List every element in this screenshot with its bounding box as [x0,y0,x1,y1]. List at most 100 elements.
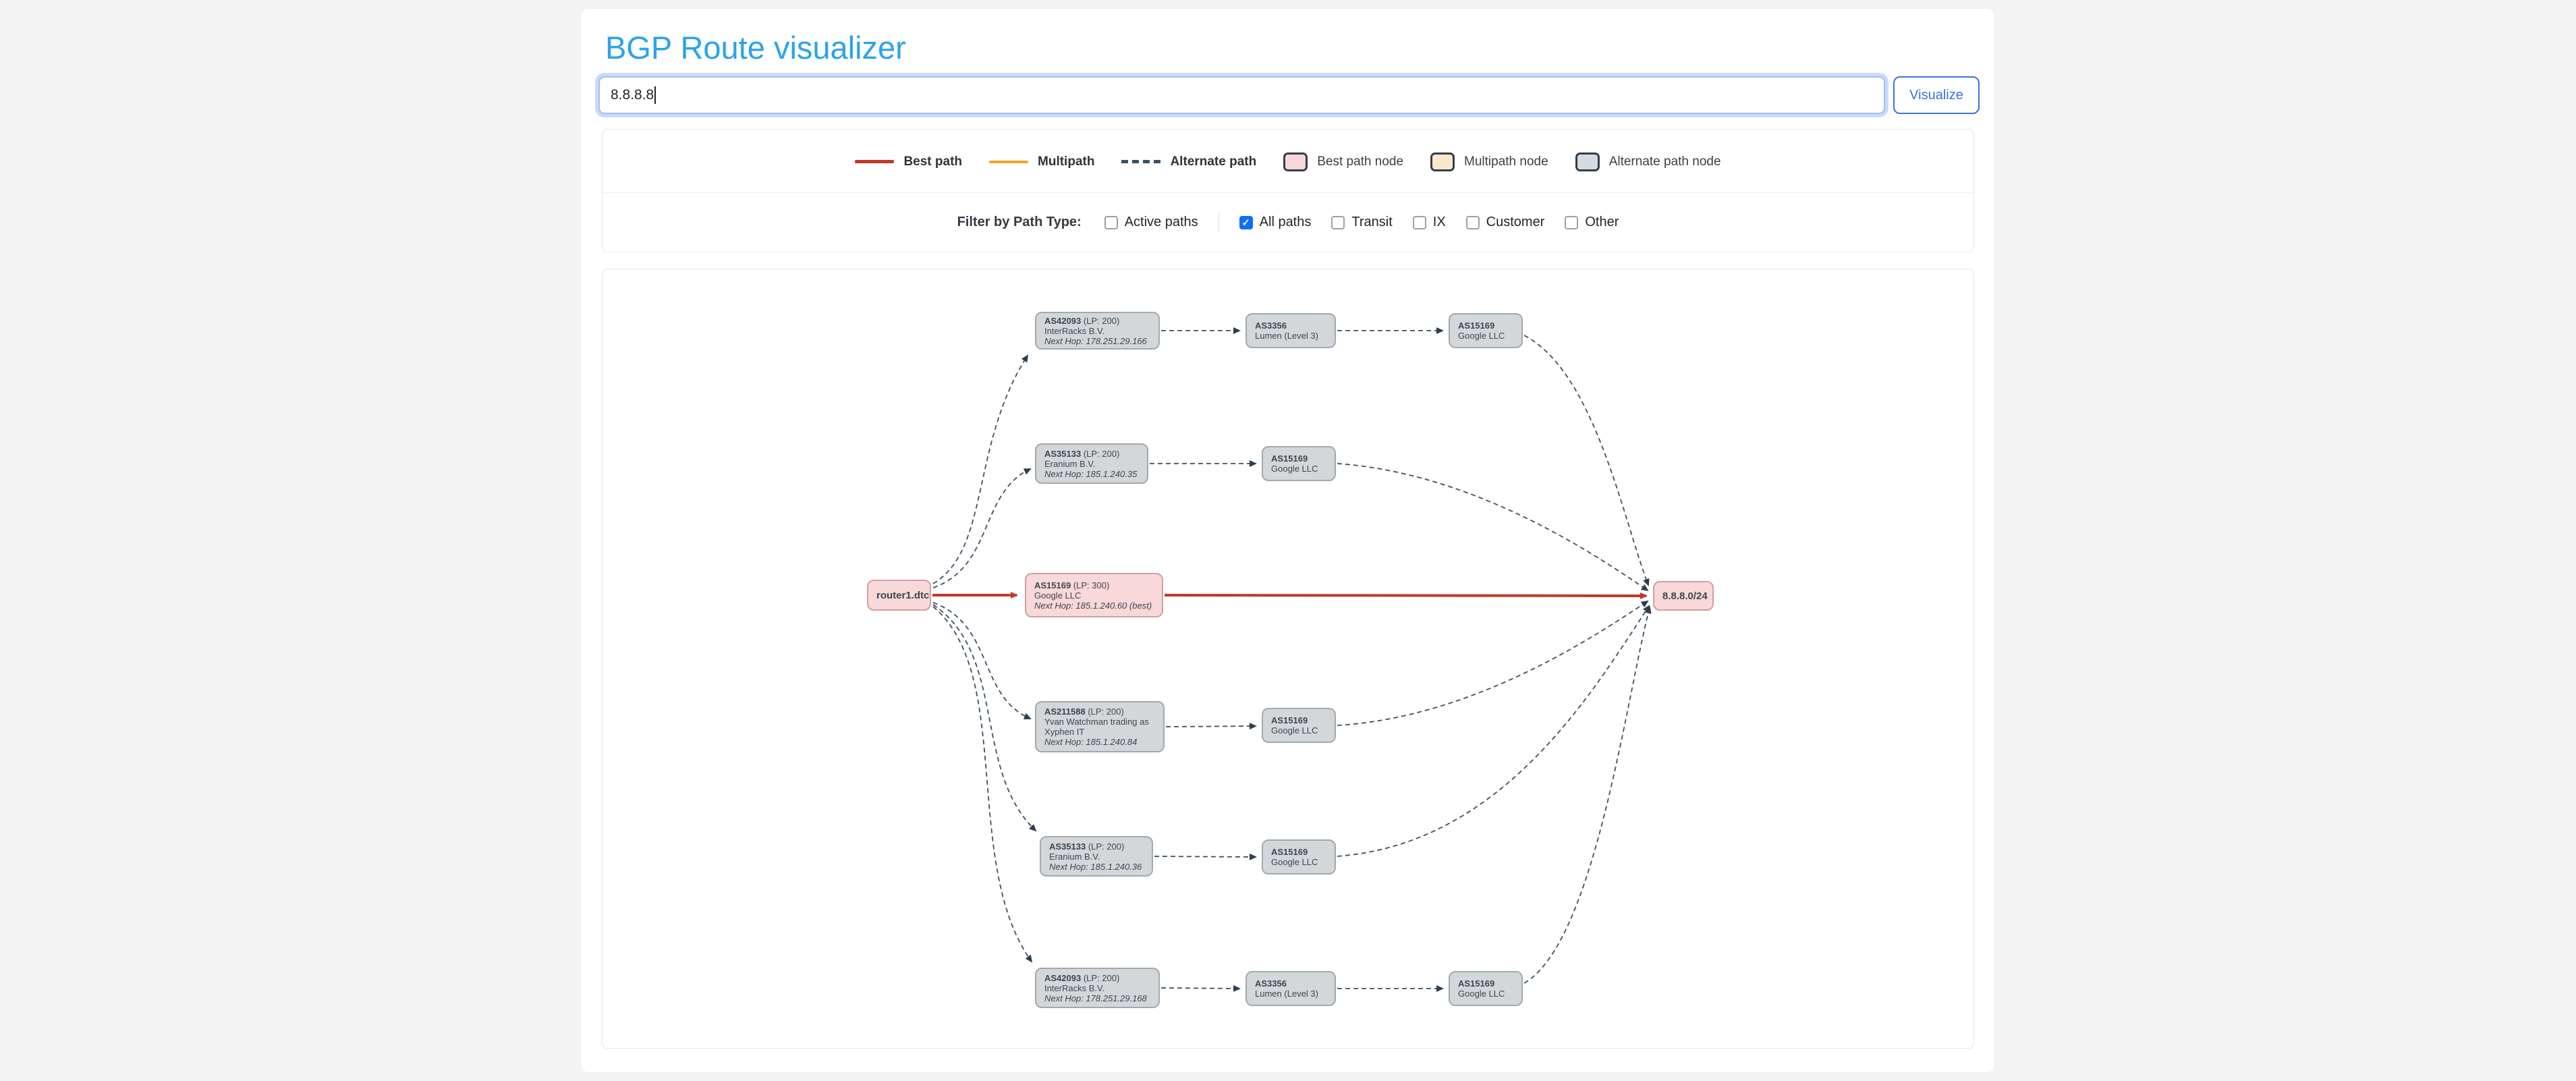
filter-checkbox-active-paths[interactable]: Active paths [1104,215,1198,230]
graph-node-as15169[interactable]: AS15169Google LLC [1449,971,1523,1006]
edge-r4b-to-dest [1337,601,1648,725]
graph-node-as35133[interactable]: AS35133 (LP: 200)Eranium B.V.Next Hop: 1… [1035,443,1148,484]
node-as-number: AS211588 [1044,706,1086,717]
node-label: 8.8.8.0/24 [1662,591,1704,601]
graph-node-as211588[interactable]: AS211588 (LP: 200)Yvan Watchman trading … [1035,701,1165,752]
graph-edges [603,269,1974,1049]
filter-option-label: All paths [1260,215,1312,230]
legend-line-label: Best path [903,155,962,169]
prefix-input-value: 8.8.8.8 [611,87,654,103]
checkbox-icon[interactable] [1104,216,1118,229]
legend-item-multipath: Multipath [989,155,1094,169]
legend-node-label: Multipath node [1464,155,1548,169]
path-type-filters: Filter by Path Type: Active paths✓All pa… [603,192,1973,252]
node-next-hop: Next Hop: 185.1.240.36 [1049,862,1144,872]
node-as-number: AS15169 [1034,580,1071,590]
graph-node-as15169[interactable]: AS15169Google LLC [1449,313,1523,348]
node-as-number: AS15169 [1271,847,1308,857]
checkbox-icon[interactable] [1331,216,1345,229]
node-as-line: AS42093 (LP: 200) [1044,973,1150,983]
node-org-line: Google LLC [1034,590,1154,601]
visualize-button[interactable]: Visualize [1893,76,1980,114]
graph-node-as42093[interactable]: AS42093 (LP: 200)InterRacks B.V.Next Hop… [1035,968,1160,1008]
checkbox-checked-icon[interactable]: ✓ [1239,216,1253,229]
node-as-line: AS15169 [1271,453,1326,464]
node-as-number: AS35133 [1049,841,1086,852]
edge-router-to-r5a [933,605,1036,831]
node-org-line: Lumen (Level 3) [1255,989,1326,999]
node-as-number: AS15169 [1458,321,1494,331]
node-next-hop: Next Hop: 185.1.240.84 [1044,737,1155,747]
filter-option-label: Other [1585,215,1619,230]
graph-node-as3356[interactable]: AS3356Lumen (Level 3) [1245,971,1336,1006]
node-as-number: AS3356 [1255,321,1287,331]
node-org-line: Google LLC [1271,464,1326,474]
filter-checkbox-all-paths[interactable]: ✓ All paths [1239,215,1312,230]
edge-r5b-to-dest [1337,606,1649,856]
legend-line-label: Alternate path [1170,155,1256,169]
edge-r4a-to-r4b [1166,726,1256,727]
graph-node-as35133[interactable]: AS35133 (LP: 200)Eranium B.V.Next Hop: 1… [1040,836,1153,877]
app-card: BGP Route visualizer 8.8.8.8 Visualize B… [580,8,1995,1073]
filter-option-label: IX [1433,215,1446,230]
node-as-line: AS15169 [1458,978,1513,989]
edge-router-to-r6a [933,607,1032,962]
node-org-line: Eranium B.V. [1044,459,1139,469]
node-next-hop: Next Hop: 178.251.29.166 [1044,336,1150,346]
page-title: BGP Route visualizer [605,29,906,66]
legend-item-alternate-path-node: Alternate path node [1575,153,1721,171]
filter-checkbox-other[interactable]: Other [1565,215,1619,230]
node-as-line: AS42093 (LP: 200) [1044,316,1150,326]
node-next-hop: Next Hop: 178.251.29.168 [1044,993,1150,1003]
line-swatch [855,160,894,163]
node-as-line: AS35133 (LP: 200) [1044,449,1139,459]
query-row: 8.8.8.8 Visualize [598,76,1980,114]
node-as-line: AS3356 [1255,978,1326,989]
node-as-number: AS42093 [1044,973,1081,983]
filter-checkbox-transit[interactable]: Transit [1331,215,1392,230]
filter-checkbox-ix[interactable]: IX [1413,215,1446,230]
node-org-line: InterRacks B.V. [1044,983,1150,993]
graph-node-as3356[interactable]: AS3356Lumen (Level 3) [1245,313,1336,348]
dashed-line-swatch [1121,160,1160,163]
bgp-graph-canvas[interactable]: router1.dtc8.8.8.0/24AS15169 (LP: 300)Go… [602,269,1974,1049]
graph-node-router[interactable]: router1.dtc [867,580,931,611]
node-org-line: Lumen (Level 3) [1255,331,1326,341]
legend-item-multipath-node: Multipath node [1430,153,1548,171]
checkbox-icon[interactable] [1413,216,1426,229]
node-as-line: AS15169 [1458,321,1513,331]
graph-node-dest[interactable]: 8.8.8.0/24 [1653,581,1714,611]
node-org-line: Yvan Watchman trading as [1044,717,1155,727]
filter-option-label: Transit [1351,215,1392,230]
node-as-line: AS15169 (LP: 300) [1034,580,1154,590]
checkbox-icon[interactable] [1565,216,1578,229]
graph-node-as15169[interactable]: AS15169Google LLC [1262,839,1336,875]
node-as-number: AS15169 [1271,453,1308,464]
node-swatch [1575,153,1600,171]
node-org-line: Eranium B.V. [1049,852,1144,862]
text-caret [654,86,656,104]
node-org-line: Google LLC [1271,857,1326,867]
node-org-line: Google LLC [1458,989,1513,999]
node-as-line: AS15169 [1271,715,1326,725]
edge-router-to-r2a [933,469,1030,588]
node-next-hop: Next Hop: 185.1.240.35 [1044,469,1139,479]
node-as-line: AS3356 [1255,321,1326,331]
legend-item-best-path: Best path [855,155,962,169]
graph-node-as15169[interactable]: AS15169Google LLC [1262,446,1336,481]
line-swatch [989,161,1028,163]
node-swatch [1430,153,1455,171]
node-org-line: Google LLC [1458,331,1513,341]
legend-line-label: Multipath [1038,155,1094,169]
prefix-input[interactable]: 8.8.8.8 [598,76,1885,114]
legend-node-label: Alternate path node [1609,155,1721,169]
graph-node-as42093[interactable]: AS42093 (LP: 200)InterRacks B.V.Next Hop… [1035,312,1160,350]
filter-checkbox-customer[interactable]: Customer [1466,215,1545,230]
node-as-line: AS211588 (LP: 200) [1044,706,1155,717]
legend-item-alternate-path: Alternate path [1121,155,1256,169]
checkbox-icon[interactable] [1466,216,1480,229]
graph-node-as15169[interactable]: AS15169Google LLC [1262,708,1336,743]
graph-node-as15169[interactable]: AS15169 (LP: 300)Google LLCNext Hop: 185… [1025,573,1163,617]
edge-best15169-to-dest [1165,595,1646,596]
node-as-number: AS15169 [1458,978,1494,989]
